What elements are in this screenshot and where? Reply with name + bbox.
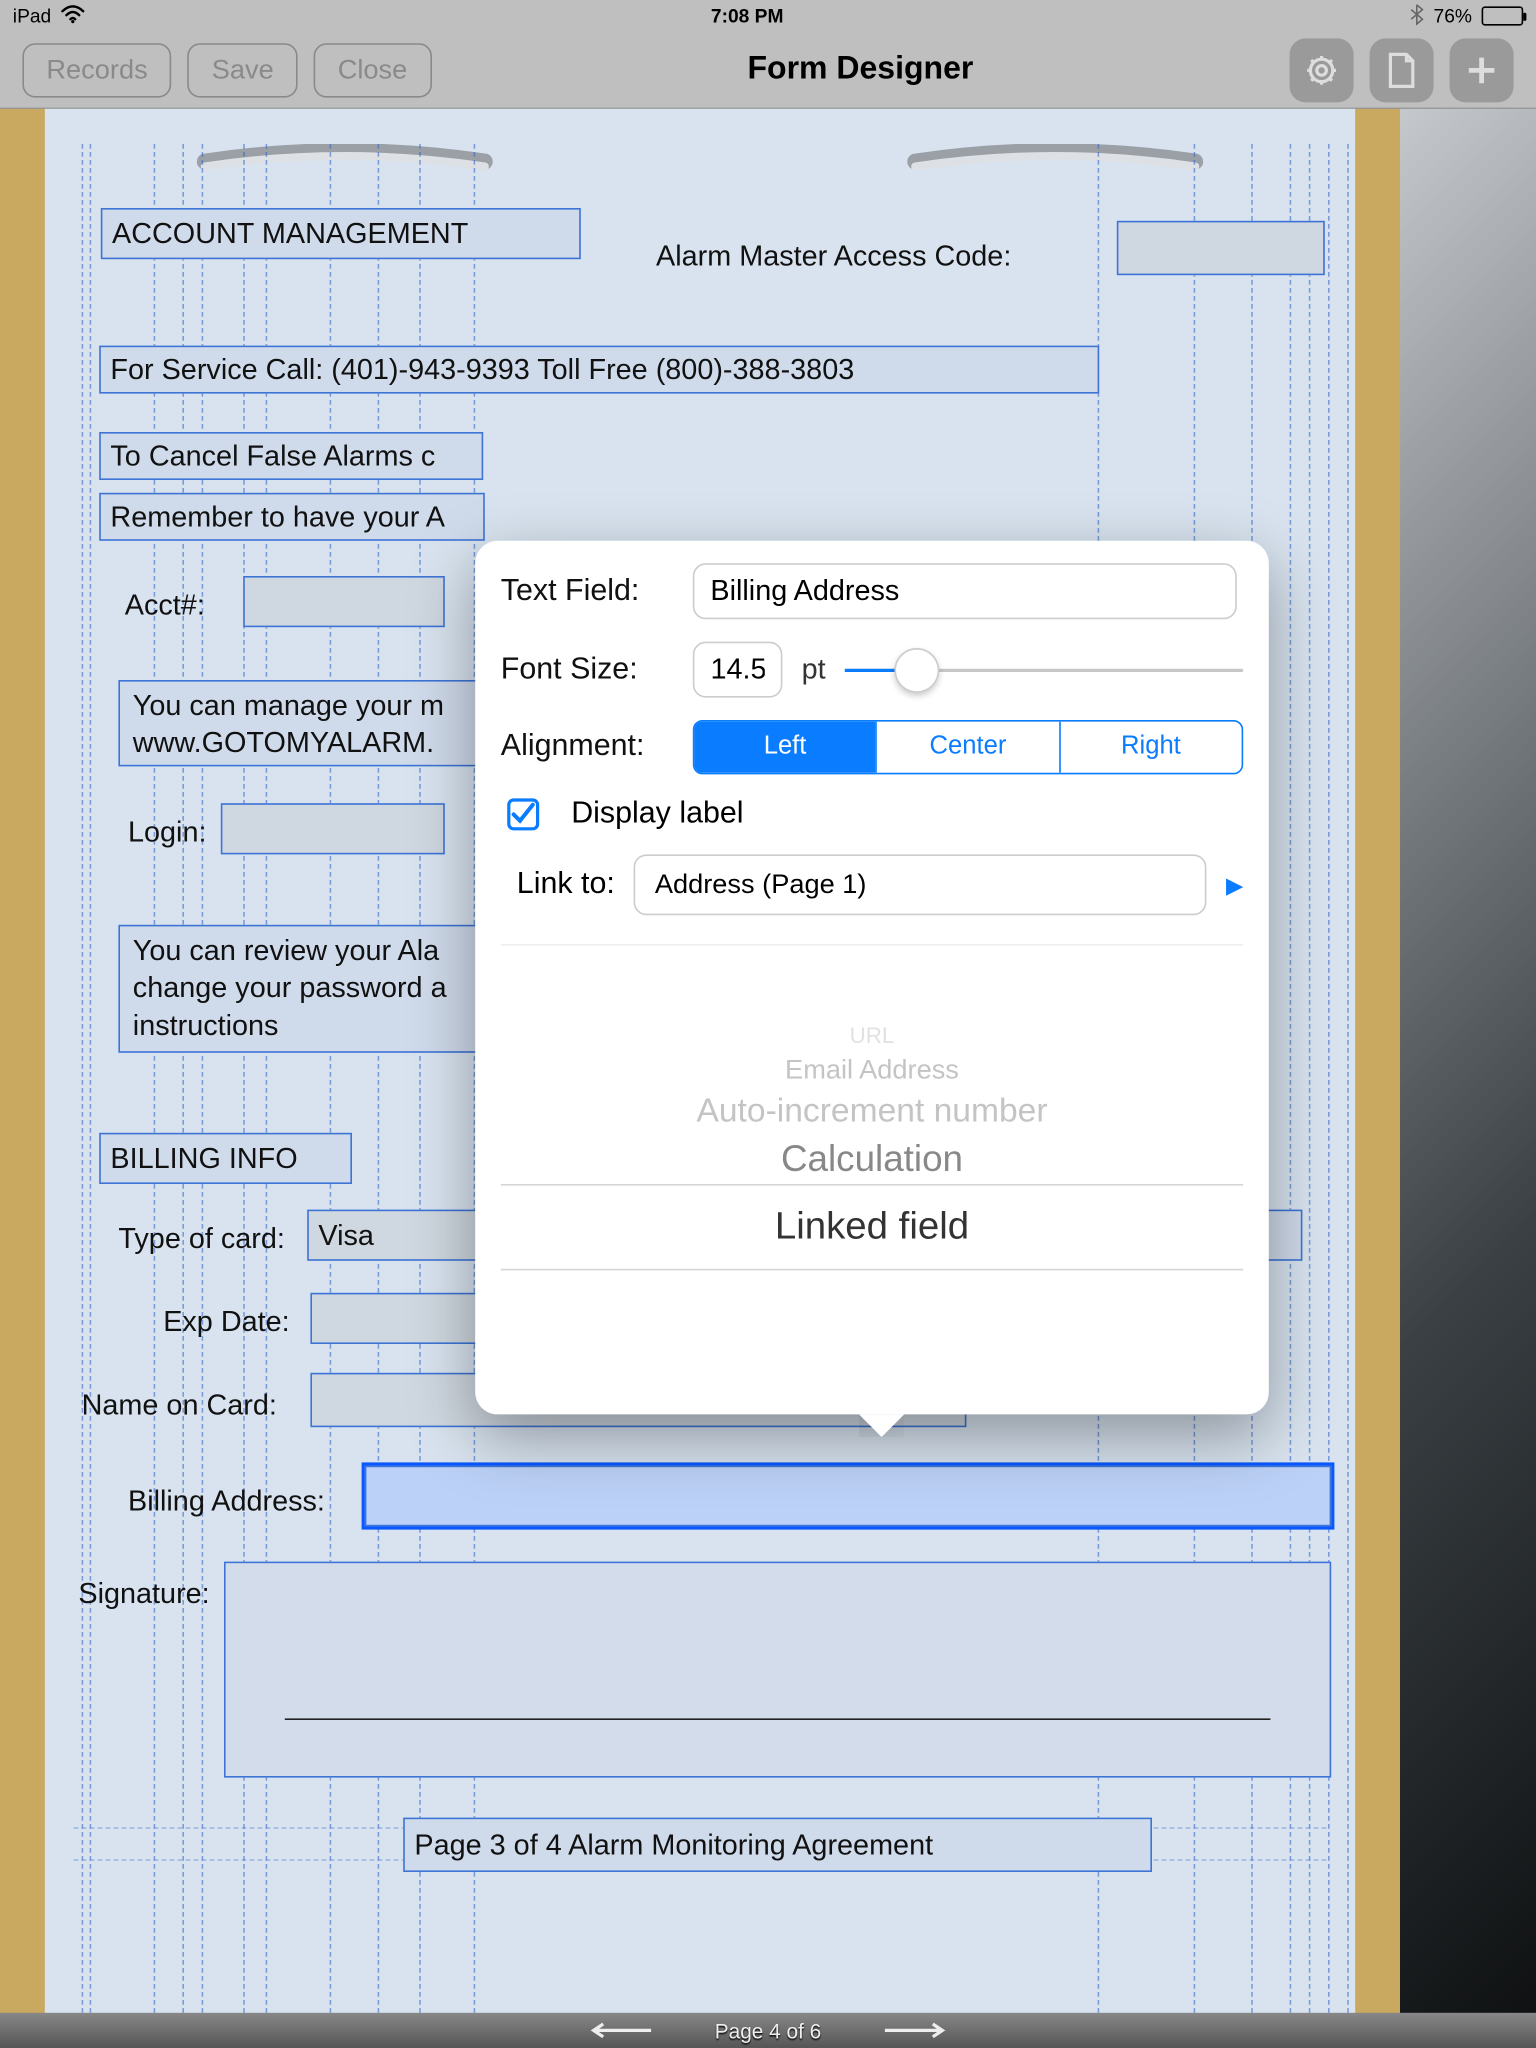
font-size-slider[interactable] (845, 647, 1243, 692)
text-field-input[interactable] (693, 563, 1237, 619)
billing-address-input[interactable] (365, 1466, 1331, 1527)
exp-label: Exp Date: (163, 1306, 289, 1340)
acct-label: Acct#: (125, 589, 205, 623)
bluetooth-icon (1410, 2, 1424, 29)
signature-label: Signature: (78, 1578, 209, 1612)
display-label-checkbox[interactable] (507, 798, 539, 830)
picker-ghost: Email Address (501, 1051, 1243, 1089)
picker-ghost: URL (501, 1019, 1243, 1051)
align-left[interactable]: Left (694, 722, 875, 773)
clock: 7:08 PM (711, 5, 784, 27)
wifi-icon (61, 4, 85, 28)
picker-option[interactable]: Auto-increment number (501, 1090, 1243, 1135)
font-size-input[interactable] (693, 642, 783, 698)
alignment-segmented: Left Center Right (693, 720, 1243, 774)
type-card-label: Type of card: (118, 1222, 285, 1256)
login-input[interactable] (221, 803, 445, 854)
align-center[interactable]: Center (876, 722, 1059, 773)
type-picker[interactable]: URL Email Address Auto-increment number … (501, 944, 1243, 1414)
align-right[interactable]: Right (1059, 722, 1242, 773)
page-footer-text[interactable]: Page 3 of 4 Alarm Monitoring Agreement (403, 1818, 1152, 1872)
alignment-label: Alignment: (501, 730, 674, 765)
font-size-label: Font Size: (501, 652, 674, 687)
add-button[interactable] (1450, 38, 1514, 102)
pt-unit: pt (802, 653, 826, 687)
manage-text[interactable]: You can manage your m www.GOTOMYALARM. (118, 680, 483, 766)
acct-input[interactable] (243, 576, 445, 627)
billing-address-label: Billing Address: (128, 1485, 325, 1519)
section-heading[interactable]: ACCOUNT MANAGEMENT (101, 208, 581, 259)
close-button[interactable]: Close (314, 42, 432, 96)
manage-line1: You can manage your m (133, 690, 444, 722)
remember-text[interactable]: Remember to have your A (99, 493, 485, 541)
signature-line (285, 1718, 1271, 1720)
battery-pct: 76% (1434, 5, 1472, 27)
field-settings-popover: Text Field: Font Size: pt Alignment: Lef… (475, 541, 1269, 1415)
battery-icon (1482, 6, 1524, 25)
page-title: Form Designer (748, 51, 974, 88)
save-button[interactable]: Save (188, 42, 298, 96)
alarm-code-input[interactable] (1117, 221, 1325, 275)
status-bar: iPad 7:08 PM 76% (0, 0, 1536, 32)
manage-line2: www.GOTOMYALARM. (133, 727, 434, 759)
page-indicator: Page 4 of 6 (715, 2018, 821, 2042)
login-label: Login: (128, 816, 206, 850)
carrier-label: iPad (13, 5, 51, 27)
picker-selected[interactable]: Linked field (501, 1184, 1243, 1270)
link-to-select[interactable]: Address (Page 1) (634, 854, 1207, 915)
billing-section-heading[interactable]: BILLING INFO (99, 1133, 352, 1184)
link-to-label: Link to: (517, 867, 615, 902)
next-page-button[interactable] (885, 2021, 949, 2040)
alarm-code-label: Alarm Master Access Code: (656, 240, 1011, 274)
signature-box[interactable] (224, 1562, 1331, 1778)
text-field-label: Text Field: (501, 574, 674, 609)
service-call-text[interactable]: For Service Call: (401)-943-9393 Toll Fr… (99, 346, 1099, 394)
display-label-text: Display label (571, 797, 743, 832)
exp-input[interactable] (310, 1293, 483, 1344)
records-button[interactable]: Records (22, 42, 171, 96)
page-nav-bar: Page 4 of 6 (0, 2013, 1536, 2048)
toolbar: Records Save Close Form Designer (0, 32, 1536, 109)
link-to-disclosure-icon[interactable]: ▶ (1226, 871, 1243, 898)
cancel-false-text[interactable]: To Cancel False Alarms c (99, 432, 483, 480)
picker-option[interactable]: Calculation (501, 1134, 1243, 1184)
right-shade (1400, 109, 1536, 2048)
type-card-input[interactable]: Visa (307, 1210, 483, 1261)
page-button[interactable] (1370, 38, 1434, 102)
popover-tail (859, 1414, 904, 1436)
prev-page-button[interactable] (587, 2021, 651, 2040)
name-card-label: Name on Card: (82, 1389, 277, 1423)
review-text[interactable]: You can review your Ala change your pass… (118, 925, 483, 1053)
design-canvas[interactable]: ACCOUNT MANAGEMENT Alarm Master Access C… (0, 109, 1536, 2048)
settings-button[interactable] (1290, 38, 1354, 102)
